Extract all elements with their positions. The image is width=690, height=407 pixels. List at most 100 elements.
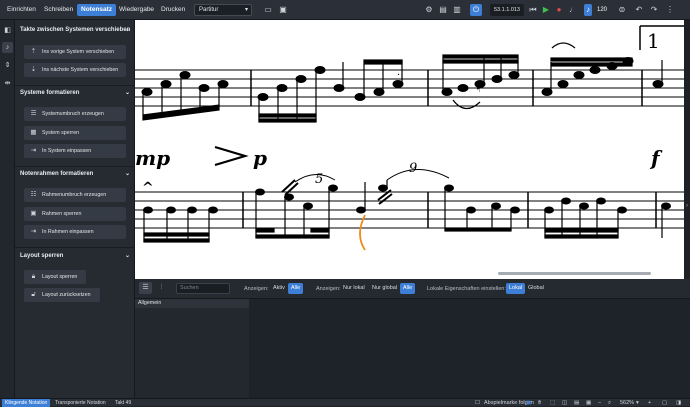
mode-tab-play[interactable]: Wiedergabe (115, 4, 158, 16)
section-header-frames[interactable]: Notenrahmen formatieren ⌄ (15, 169, 135, 180)
score-view[interactable]: 1 ♮ · mp p f ^ 5 9 (135, 20, 684, 279)
lock-layout-button[interactable]: 🔒︎ Layout sperren (24, 270, 86, 284)
local-props-label: Lokale Eigenschaften einstellen: (427, 286, 506, 292)
fit-system-button[interactable]: ⇥ In System einpassen (24, 144, 126, 158)
vertical-scrollbar[interactable] (684, 20, 690, 279)
staccato-dot: · (397, 70, 400, 81)
divider (15, 85, 135, 86)
filter-alle[interactable]: Alle (288, 283, 304, 294)
properties-toolbar: ☰ ⫶ Suchen Anzeigen: Aktiv Alle Anzeigen… (135, 279, 690, 299)
lock-icon: 🔒︎ (31, 273, 36, 280)
unlock-icon: 🔓︎ (31, 291, 36, 298)
tempo-value: 120 (597, 7, 608, 13)
horizontal-scrollbar[interactable] (498, 272, 651, 275)
click-icon[interactable]: ♩ (567, 4, 579, 16)
lower-notes (143, 184, 671, 214)
filter-icon[interactable]: ⫶ (155, 282, 168, 294)
mode-tab-setup[interactable]: Einrichten (3, 4, 40, 16)
tuplet-5: 5 (315, 172, 323, 187)
graphic-edit-icon[interactable]: ♪ (2, 42, 13, 53)
chevron-down-icon: ⌄ (124, 27, 130, 33)
system-break-icon: ☰ (30, 110, 37, 117)
natural-sign: ♮ (476, 80, 481, 96)
move-down-icon: ⇣ (30, 66, 37, 73)
system-break-button[interactable]: ☰ Systemumbruch erzeugen (24, 107, 126, 121)
panel-expand-icon[interactable]: › (684, 203, 690, 209)
section-title: Layout sperren (20, 253, 64, 259)
divider (15, 166, 135, 167)
slur (452, 99, 481, 110)
fit-frame-button[interactable]: ⇥ In Rahmen einpassen (24, 225, 126, 239)
move-up-icon: ⇡ (30, 48, 37, 55)
power-icon[interactable]: ⏻ (470, 4, 482, 16)
layout-select-value: Partitur (199, 7, 219, 13)
grace-slash (281, 179, 299, 196)
keyboard-icon[interactable]: ▤ (437, 4, 449, 16)
fit-frame-icon: ⇥ (30, 228, 37, 235)
galley-view-icon[interactable]: ▭ (262, 4, 274, 16)
section-header-move-bars[interactable]: Takte zwischen Systemen verschieben ⌄ (15, 25, 135, 36)
panel-toggle-icon[interactable]: ◧ (2, 25, 13, 36)
properties-search-input[interactable]: Suchen (176, 283, 230, 294)
lock-system-icon: ▦ (30, 129, 37, 136)
filter-aktiv[interactable]: Aktiv (270, 283, 288, 294)
frame-break-button[interactable]: ☷ Rahmenumbruch erzeugen (24, 188, 126, 202)
scope-lokal[interactable]: Lokal (506, 283, 526, 294)
button-label: Ins nächste System verschieben (42, 67, 119, 73)
undo-icon[interactable]: ↶ (633, 4, 645, 16)
slur-upper (551, 42, 576, 49)
mode-tab-print[interactable]: Drucken (157, 4, 189, 16)
fit-system-icon: ⇥ (30, 147, 37, 154)
chevron-down-icon: ⌄ (124, 171, 130, 177)
chevron-down-icon: ▾ (244, 7, 248, 13)
button-label: In System einpassen (42, 148, 92, 154)
page-view-icon[interactable]: ▣ (277, 4, 289, 16)
top-toolbar: Einrichten Schreiben Notensatz Wiedergab… (0, 0, 690, 20)
button-label: Layout zurücksetzen (42, 292, 91, 298)
move-to-next-system-button[interactable]: ⇣ Ins nächste System verschieben (24, 63, 126, 77)
timecode-display: 53.1.1.013 (490, 4, 524, 16)
metronome-icon[interactable]: ♪ (584, 4, 592, 16)
redo-icon[interactable]: ↷ (648, 4, 660, 16)
lock-system-button[interactable]: ▦ System sperren (24, 126, 126, 140)
button-label: Ins vorige System verschieben (42, 49, 115, 55)
more-icon[interactable]: ⋮ (664, 4, 676, 16)
record-icon[interactable]: ● (553, 4, 565, 16)
reset-layout-button[interactable]: 🔓︎ Layout zurücksetzen (24, 288, 100, 302)
lock-frame-button[interactable]: ▣ Rahmen sperren (24, 207, 126, 221)
property-group-body (135, 308, 249, 398)
list-view-icon[interactable]: ☰ (139, 282, 152, 294)
filter-nur-lokal[interactable]: Nur lokal (340, 283, 368, 294)
scope-global[interactable]: Global (525, 283, 547, 294)
dynamic-p: p (253, 146, 267, 170)
lower-stems-beams (143, 180, 663, 243)
dynamic-f: f (649, 146, 663, 170)
rewind-icon[interactable]: ⏮ (527, 4, 539, 16)
chevron-down-icon: ⌄ (124, 253, 130, 259)
mode-tab-engrave[interactable]: Notensatz (77, 4, 117, 16)
filter-nur-global[interactable]: Nur global (369, 283, 400, 294)
status-bar: Klingende Notation Transponierte Notatio… (0, 398, 690, 407)
spacing-icon[interactable]: ⇕ (2, 60, 13, 71)
section-header-systems[interactable]: Systeme formatieren ⌄ (15, 88, 135, 99)
filter-alle-2[interactable]: Alle (400, 283, 416, 294)
decrescendo-hairpin (214, 145, 249, 167)
layout-select[interactable]: Partitur ▾ (194, 4, 252, 16)
chevron-down-icon: ⌄ (124, 90, 130, 96)
section-header-layout-lock[interactable]: Layout sperren ⌄ (15, 251, 135, 262)
equals-icon[interactable]: ⊜ (616, 4, 628, 16)
mode-tab-write[interactable]: Schreiben (40, 4, 77, 16)
property-group-general[interactable]: Allgemein (135, 299, 249, 308)
lock-frame-icon: ▣ (30, 210, 37, 217)
show-label-2: Anzeigen: (316, 286, 341, 292)
mixer-icon[interactable]: ⚙ (423, 4, 435, 16)
button-label: Layout sperren (42, 274, 78, 280)
move-to-previous-system-button[interactable]: ⇡ Ins vorige System verschieben (24, 45, 126, 59)
fretboard-icon[interactable]: ▥ (451, 4, 463, 16)
tuplet-bracket-9 (386, 169, 450, 181)
engrave-tools-panel: Takte zwischen Systemen verschieben ⌄ ⇡ In… (15, 20, 135, 398)
frame-edit-icon[interactable]: ⇹ (2, 78, 13, 89)
play-icon[interactable]: ▶ (540, 4, 552, 16)
button-label: Systemumbruch erzeugen (42, 111, 104, 117)
properties-panel: ☰ ⫶ Suchen Anzeigen: Aktiv Alle Anzeigen… (135, 279, 690, 398)
